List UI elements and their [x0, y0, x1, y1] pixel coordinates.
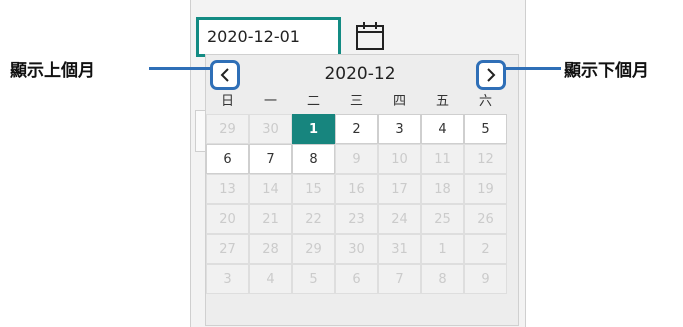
day-cell: 4	[249, 264, 292, 294]
day-cell: 3	[206, 264, 249, 294]
day-cell: 2	[464, 234, 507, 264]
annotation-prev-label: 顯示上個月	[10, 61, 95, 81]
day-cell: 31	[378, 234, 421, 264]
day-cell: 19	[464, 174, 507, 204]
day-cell: 13	[206, 174, 249, 204]
day-cell: 8	[421, 264, 464, 294]
prev-month-button[interactable]	[210, 60, 240, 90]
annotation-next-label: 顯示下個月	[564, 61, 649, 81]
next-month-button[interactable]	[476, 60, 506, 90]
day-cell: 22	[292, 204, 335, 234]
day-cell: 29	[206, 114, 249, 144]
day-cell: 25	[421, 204, 464, 234]
day-cell[interactable]: 4	[421, 114, 464, 144]
day-cell: 17	[378, 174, 421, 204]
day-cell[interactable]: 7	[249, 144, 292, 174]
annotation-prev-line	[149, 67, 211, 70]
day-cell: 21	[249, 204, 292, 234]
calendar-icon[interactable]	[354, 20, 386, 52]
day-cell: 30	[249, 114, 292, 144]
date-input[interactable]: 2020-12-01	[196, 17, 341, 57]
day-cell: 10	[378, 144, 421, 174]
day-cell: 1	[421, 234, 464, 264]
day-cell[interactable]: 8	[292, 144, 335, 174]
day-cell: 9	[464, 264, 507, 294]
chevron-left-icon	[220, 68, 229, 82]
day-cell[interactable]: 5	[464, 114, 507, 144]
day-cell: 9	[335, 144, 378, 174]
weekday-label: 五	[435, 94, 449, 109]
day-cell: 20	[206, 204, 249, 234]
day-cell: 12	[464, 144, 507, 174]
day-cell-selected[interactable]: 1	[292, 114, 335, 144]
day-cell: 28	[249, 234, 292, 264]
day-cell: 15	[292, 174, 335, 204]
weekday-label: 二	[306, 94, 320, 109]
day-cell[interactable]: 3	[378, 114, 421, 144]
day-cell[interactable]: 2	[335, 114, 378, 144]
day-cell: 24	[378, 204, 421, 234]
day-cell: 18	[421, 174, 464, 204]
day-cell: 30	[335, 234, 378, 264]
day-cell: 6	[335, 264, 378, 294]
weekday-label: 三	[349, 94, 363, 109]
day-cell: 29	[292, 234, 335, 264]
day-cell: 7	[378, 264, 421, 294]
weekday-label: 六	[478, 94, 492, 109]
day-cell: 11	[421, 144, 464, 174]
weekday-label: 日	[220, 94, 234, 109]
weekday-label: 一	[263, 94, 277, 109]
chevron-right-icon	[487, 68, 496, 82]
day-cell[interactable]: 6	[206, 144, 249, 174]
day-cell: 23	[335, 204, 378, 234]
day-cell: 5	[292, 264, 335, 294]
annotation-next-line	[505, 67, 561, 70]
day-cell: 26	[464, 204, 507, 234]
day-cell: 27	[206, 234, 249, 264]
day-cell: 16	[335, 174, 378, 204]
weekday-label: 四	[392, 94, 406, 109]
day-cell: 14	[249, 174, 292, 204]
month-label: 2020-12	[324, 64, 396, 84]
